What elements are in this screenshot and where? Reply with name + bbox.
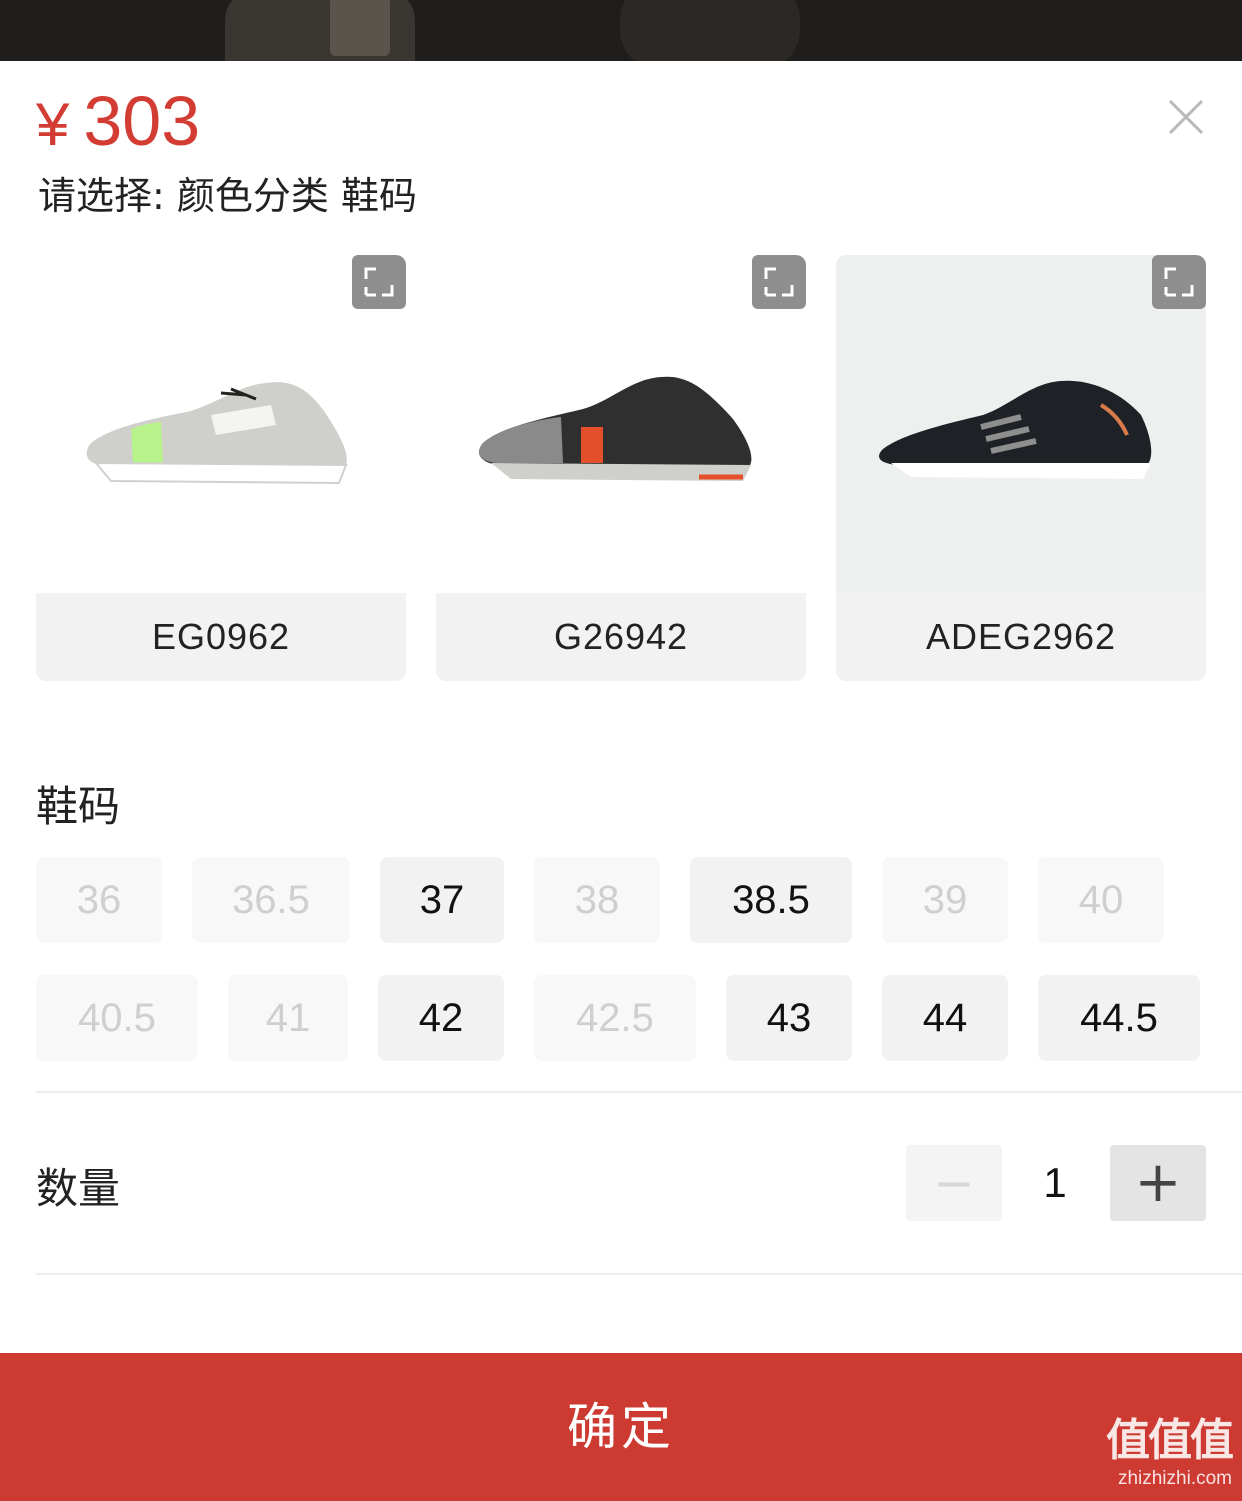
size-option[interactable]: 42	[378, 975, 504, 1061]
size-option-disabled: 36.5	[192, 857, 350, 943]
size-option[interactable]: 37	[380, 857, 504, 943]
size-option-disabled: 38	[534, 857, 660, 943]
price: ¥303	[36, 83, 200, 163]
variant-card-selected[interactable]: ADEG2962	[836, 255, 1206, 681]
price-value: 303	[83, 82, 201, 160]
watermark-url: zhizhizhi.com	[1117, 1468, 1232, 1489]
quantity-decrease-button[interactable]: −	[906, 1145, 1002, 1221]
background-product-photo	[0, 0, 1242, 61]
size-option[interactable]: 44	[882, 975, 1008, 1061]
sku-selection-sheet: ¥303 请选择: 颜色分类 鞋码 EG0962 G26942 ADEG2962…	[0, 61, 1242, 1501]
expand-icon	[364, 267, 394, 297]
size-option-disabled: 36	[36, 857, 162, 943]
confirm-button[interactable]: 确定	[0, 1353, 1242, 1501]
size-option-disabled: 42.5	[534, 975, 696, 1061]
expand-image-button[interactable]	[352, 255, 406, 309]
expand-icon	[764, 267, 794, 297]
variant-label: G26942	[436, 593, 806, 681]
expand-icon	[1164, 267, 1194, 297]
variant-label: ADEG2962	[836, 593, 1206, 681]
shoe-icon	[479, 376, 752, 481]
quantity-label: 数量	[36, 1164, 121, 1213]
size-option[interactable]: 43	[726, 975, 852, 1061]
size-option[interactable]: 38.5	[690, 857, 852, 943]
color-variant-list: EG0962 G26942 ADEG2962	[36, 255, 1206, 681]
shoe-icon	[86, 382, 348, 485]
variant-image	[836, 255, 1206, 593]
close-icon	[1168, 99, 1204, 135]
watermark-logo: 值值值	[1106, 1415, 1234, 1466]
divider	[36, 1273, 1242, 1275]
size-option-disabled: 40	[1038, 857, 1164, 943]
size-option-disabled: 40.5	[36, 975, 198, 1061]
size-option-disabled: 41	[228, 975, 348, 1061]
quantity-increase-button[interactable]: +	[1110, 1145, 1206, 1221]
variant-card[interactable]: EG0962	[36, 255, 406, 681]
watermark: 值值值 zhizhizhi.com	[1084, 1413, 1234, 1493]
backdrop-shape	[620, 0, 800, 61]
size-section-title: 鞋码	[36, 782, 121, 831]
expand-image-button[interactable]	[752, 255, 806, 309]
divider	[36, 1091, 1242, 1093]
size-options: 36 36.5 37 38 38.5 39 40 40.5 41 42 42.5…	[0, 857, 1242, 1063]
variant-label: EG0962	[36, 593, 406, 681]
variant-image	[36, 255, 406, 593]
expand-image-button[interactable]	[1152, 255, 1206, 309]
variant-card[interactable]: G26942	[436, 255, 806, 681]
size-option[interactable]: 44.5	[1038, 975, 1200, 1061]
quantity-value[interactable]: 1	[1010, 1145, 1100, 1221]
selection-prompt: 请选择: 颜色分类 鞋码	[38, 174, 417, 218]
size-option-disabled: 39	[882, 857, 1008, 943]
shoe-icon	[879, 380, 1152, 479]
close-button[interactable]	[1162, 93, 1210, 141]
backdrop-shape	[330, 0, 390, 56]
currency-symbol: ¥	[36, 91, 70, 158]
variant-image	[436, 255, 806, 593]
